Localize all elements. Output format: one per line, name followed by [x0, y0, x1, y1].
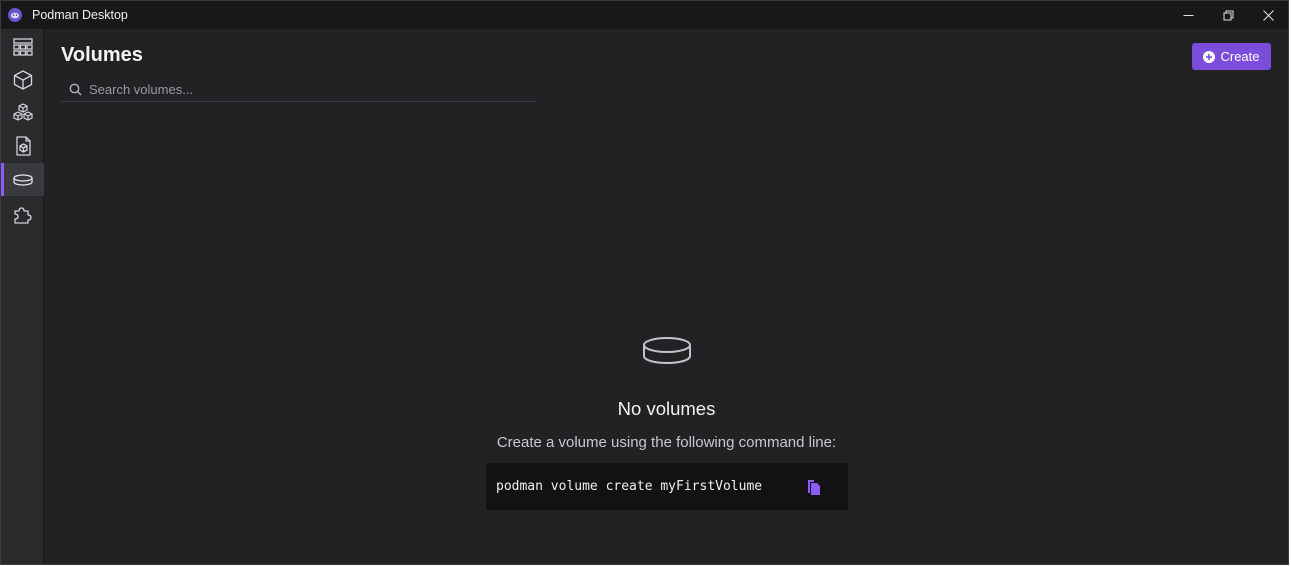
empty-state-title: No volumes [617, 398, 716, 419]
extensions-icon [13, 206, 32, 224]
minimize-button[interactable] [1168, 1, 1208, 29]
containers-icon [13, 69, 32, 90]
search-bar [61, 77, 537, 102]
command-text: podman volume create myFirstVolume [496, 479, 763, 494]
volumes-icon [12, 173, 33, 186]
create-volume-button[interactable]: Create [1192, 43, 1271, 70]
minimize-icon [1183, 14, 1193, 16]
pods-icon [12, 102, 33, 121]
sidebar-item-volumes[interactable] [1, 163, 44, 196]
images-icon [15, 135, 31, 156]
window-controls [1168, 1, 1288, 29]
sidebar [1, 29, 44, 564]
copy-icon [808, 479, 820, 495]
podman-logo-icon [8, 8, 22, 22]
volume-icon [642, 337, 691, 365]
empty-state-description: Create a volume using the following comm… [496, 434, 837, 451]
plus-circle-icon [1203, 50, 1216, 63]
sidebar-item-containers[interactable] [1, 63, 44, 96]
dashboard-icon [12, 37, 33, 56]
app-window: Podman Desktop Volumes Create Search vol… [0, 0, 1289, 565]
search-icon [69, 83, 82, 95]
sidebar-item-images[interactable] [1, 129, 44, 162]
main-content: Volumes Create No volumes Create a volum… [45, 29, 1288, 564]
sidebar-item-dashboard[interactable] [1, 30, 44, 63]
copy-button[interactable] [804, 477, 824, 497]
sidebar-item-extensions[interactable] [1, 197, 44, 230]
close-icon [1262, 9, 1274, 21]
empty-state: No volumes Create a volume using the fol… [45, 334, 1288, 451]
create-button-label: Create [1220, 49, 1260, 64]
command-box: podman volume create myFirstVolume [486, 463, 848, 510]
close-button[interactable] [1248, 1, 1288, 29]
restore-icon [1223, 10, 1233, 20]
title-bar: Podman Desktop [1, 1, 1288, 29]
search-input[interactable] [89, 81, 537, 97]
restore-button[interactable] [1208, 1, 1248, 29]
sidebar-item-pods[interactable] [1, 96, 44, 129]
page-title: Volumes [61, 44, 143, 66]
app-title: Podman Desktop [32, 8, 128, 22]
